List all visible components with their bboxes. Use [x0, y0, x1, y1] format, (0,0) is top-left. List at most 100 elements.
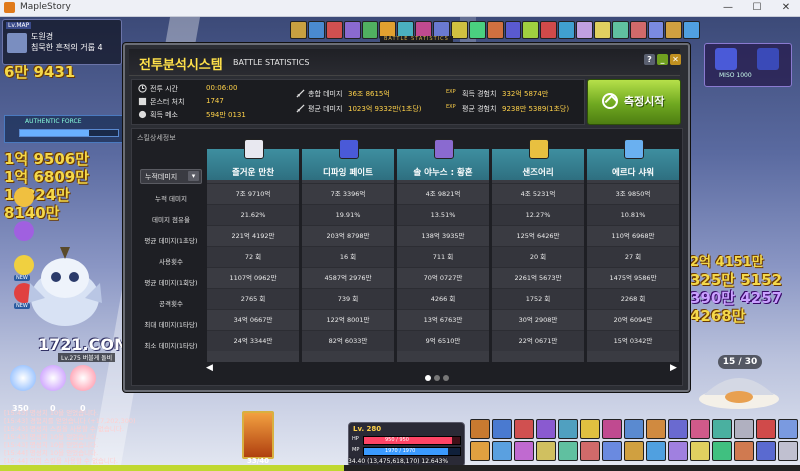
buff-icon[interactable]	[683, 21, 701, 39]
buff-icon[interactable]	[486, 21, 504, 39]
quickslot[interactable]	[756, 441, 776, 461]
chat-line: [15:43] 경험치를 얻었습니다 (+17,202,300)	[4, 417, 136, 425]
window-close-button[interactable]: ✕	[772, 0, 800, 16]
quickslot[interactable]	[646, 441, 666, 461]
buff-icon[interactable]	[343, 21, 361, 39]
chat-line: [15:43] 명성치 스킬을 사용할 수 없습니다.	[4, 425, 124, 433]
quickslot[interactable]	[624, 441, 644, 461]
buff-icon[interactable]	[468, 21, 486, 39]
buff-icon[interactable]	[540, 21, 558, 39]
lightbulb-icon[interactable]	[14, 187, 34, 207]
quickslot[interactable]	[690, 441, 710, 461]
start-measure-button[interactable]: 측정시작	[587, 79, 681, 125]
quickslot[interactable]	[580, 441, 600, 461]
blue-orb-icon[interactable]	[10, 365, 36, 391]
chat-line: [15:44] 명성치 10을 얻었습니다.	[4, 449, 99, 457]
owl-creature	[28, 247, 102, 326]
quickslot[interactable]	[558, 419, 578, 439]
buff-icon[interactable]	[558, 21, 575, 39]
event-icon[interactable]	[14, 221, 34, 241]
quickslot[interactable]	[646, 419, 666, 439]
quickslot[interactable]	[492, 419, 512, 439]
quickslot[interactable]	[514, 419, 534, 439]
next-page-button[interactable]: ▶	[670, 363, 677, 373]
page-dot[interactable]	[443, 375, 449, 381]
skill-stat-cell: 7조 9710억	[207, 183, 299, 204]
quickslot[interactable]	[536, 441, 556, 461]
skill-name: 즐거운 만찬	[231, 168, 275, 178]
close-button[interactable]: ✕	[670, 54, 681, 65]
buff-icon[interactable]	[576, 21, 593, 39]
window-maximize-button[interactable]: ☐	[743, 0, 771, 16]
quickslot[interactable]	[536, 419, 556, 439]
quickslot[interactable]	[734, 419, 754, 439]
help-button[interactable]: ?	[644, 54, 655, 65]
quickslot[interactable]	[470, 441, 490, 461]
minimize-button[interactable]: _	[657, 54, 668, 65]
skill-stat-cell: 72 회	[207, 246, 299, 267]
skill-cooldown-widget[interactable]: MISO 1000	[704, 43, 792, 87]
buff-icon[interactable]	[611, 21, 629, 39]
skill-column: 솔 야누스 : 황혼 4조 9821억 13.51% 138억 3935만 711 회7…	[397, 139, 489, 362]
page-dot[interactable]	[425, 375, 431, 381]
page-dot[interactable]	[434, 375, 440, 381]
skill-stat-cell: 2268 회	[587, 288, 679, 309]
exp-badge: EXP	[446, 104, 456, 110]
quickslot[interactable]	[712, 419, 732, 439]
quickslot[interactable]	[470, 419, 490, 439]
quickslot[interactable]	[602, 441, 622, 461]
row-label: 최대 데미지(1타당)	[144, 321, 198, 329]
skill-stat-cell: 125억 6426만	[492, 225, 584, 246]
buff-icon[interactable]	[504, 21, 522, 39]
skill-stat-cell: 34억 0667만	[207, 309, 299, 330]
quickslot[interactable]	[690, 419, 710, 439]
mp-value: 1970 / 1970	[385, 448, 416, 454]
quickslot[interactable]	[668, 441, 688, 461]
window-minimize-button[interactable]: —	[714, 0, 742, 16]
dialog-header: 전투분석시스템 BATTLE STATISTICS ? _ ✕	[129, 49, 681, 76]
quickslot[interactable]	[778, 419, 798, 439]
quickslot[interactable]	[712, 441, 732, 461]
skill-stat-cell: 221억 4192만	[207, 225, 299, 246]
quickslot[interactable]	[624, 419, 644, 439]
purple-orb-icon[interactable]	[40, 365, 66, 391]
skill-stat-cell: 27 회	[587, 246, 679, 267]
buff-icon[interactable]	[647, 21, 665, 39]
clock-icon	[138, 84, 147, 93]
damage-number: 8140만	[4, 204, 60, 222]
quickslot[interactable]	[558, 441, 578, 461]
buff-icon[interactable]	[522, 21, 540, 39]
buff-icon[interactable]	[325, 21, 343, 39]
buff-icon[interactable]	[290, 21, 307, 39]
potion-slot[interactable]	[242, 411, 274, 459]
sort-dropdown[interactable]: 누적데미지 ▾	[140, 169, 202, 184]
damage-number: 4268만	[690, 307, 746, 325]
exp-bar	[0, 465, 800, 471]
skill-stat-cell: 4587억 2976만	[302, 267, 394, 288]
buff-icon[interactable]	[593, 21, 611, 39]
buff-icon[interactable]	[450, 21, 468, 39]
minimap-panel[interactable]: Lv.MAP 도원경 침묵한 흔적의 거룹 4	[2, 19, 122, 65]
skill-stat-cell: 1752 회	[492, 288, 584, 309]
buff-icon[interactable]	[361, 21, 379, 39]
buff-icon[interactable]	[665, 21, 683, 39]
quickslot[interactable]	[778, 441, 798, 461]
quickslot[interactable]	[492, 441, 512, 461]
chat-log[interactable]: [15:43] 명성치 10을 얻었습니다. [15:43] 경험치를 얻었습니…	[4, 409, 234, 465]
quickslot[interactable]	[514, 441, 534, 461]
chat-line: [15:43] 명성치 10을 얻었습니다.	[4, 441, 99, 449]
authentic-force-bar	[19, 129, 119, 137]
skill-stat-cell: 3조 9850억	[587, 183, 679, 204]
quickslot[interactable]	[668, 419, 688, 439]
quickslot[interactable]	[734, 441, 754, 461]
meso-label: 획득 메소	[150, 111, 178, 119]
red-orb-icon[interactable]	[70, 365, 96, 391]
quickslot[interactable]	[602, 419, 622, 439]
buff-icon[interactable]	[307, 21, 325, 39]
quickslot[interactable]	[580, 419, 600, 439]
buff-icon[interactable]	[629, 21, 647, 39]
damage-number: 2억 4151만	[690, 255, 764, 270]
previous-page-button[interactable]: ◀	[206, 363, 213, 373]
skill-stat-cell: 1475억 9586만	[587, 267, 679, 288]
quickslot[interactable]	[756, 419, 776, 439]
